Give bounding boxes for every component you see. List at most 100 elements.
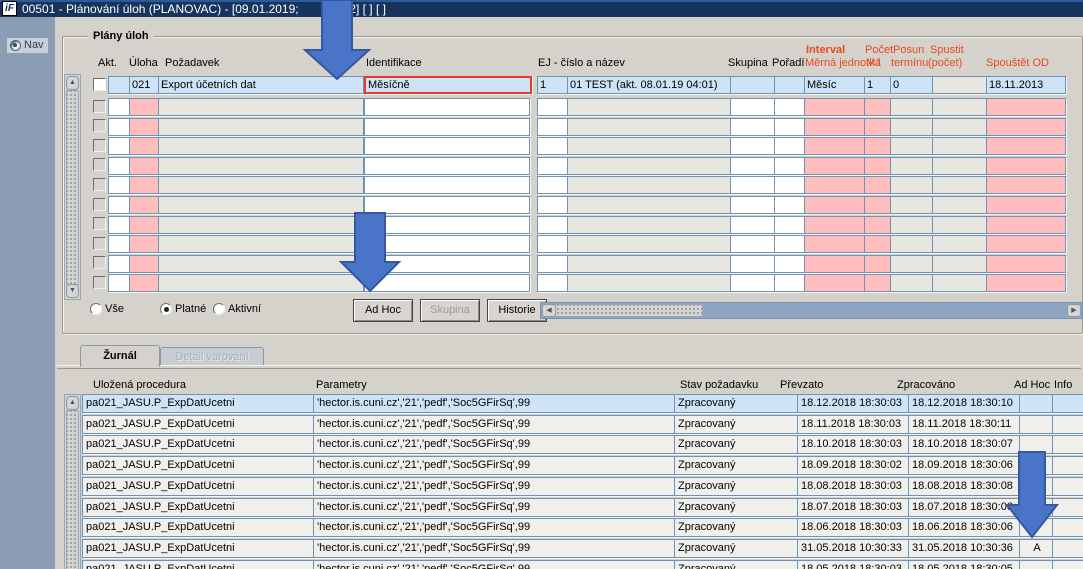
- ej-nazev-field[interactable]: [567, 156, 731, 175]
- ej-nazev-field[interactable]: [567, 117, 731, 136]
- zpracovano-cell[interactable]: 18.12.2018 18:30:10: [908, 394, 1021, 413]
- akt-checkbox[interactable]: [92, 197, 106, 211]
- spoustet-od-field[interactable]: [986, 235, 1066, 254]
- adhoc-cell[interactable]: [1019, 456, 1055, 476]
- akt-checkbox[interactable]: [92, 138, 106, 152]
- parametry-cell[interactable]: 'hector.is.cuni.cz','21','pedf','Soc5GFi…: [313, 476, 676, 496]
- scroll-left-icon[interactable]: ◀: [542, 304, 556, 317]
- info-cell[interactable]: [1052, 456, 1083, 476]
- adhoc-cell[interactable]: [1019, 518, 1055, 538]
- plan-row-empty[interactable]: [88, 156, 1066, 175]
- prevzato-cell[interactable]: 18.11.2018 18:30:03: [797, 414, 910, 434]
- plans-vertical-scrollbar[interactable]: ▲ ▼: [64, 74, 81, 300]
- plan-row-empty[interactable]: [88, 196, 1066, 214]
- merna-jednotka-field[interactable]: Měsíc: [804, 76, 866, 94]
- info-cell[interactable]: [1052, 394, 1083, 413]
- pocet-mj-field[interactable]: [864, 196, 892, 214]
- plan-row-empty[interactable]: [88, 176, 1066, 195]
- plans-horizontal-scrollbar[interactable]: ◀ ▶: [540, 302, 1083, 319]
- posun-terminu-field[interactable]: [890, 98, 934, 116]
- poradi-field[interactable]: [774, 274, 806, 293]
- identifikace-field[interactable]: [364, 274, 530, 293]
- plan-row-empty[interactable]: [88, 254, 1066, 273]
- poradi-field[interactable]: [774, 117, 806, 136]
- pozadavek-field[interactable]: [158, 254, 364, 273]
- zpracovano-cell[interactable]: 18.07.2018 18:30:06: [908, 497, 1021, 517]
- adhoc-cell[interactable]: A: [1019, 538, 1055, 558]
- procedura-cell[interactable]: pa021_JASU.P_ExpDatUcetni: [82, 559, 316, 569]
- filter-radio-1[interactable]: Vše: [90, 303, 124, 315]
- parametry-cell[interactable]: 'hector.is.cuni.cz','21','pedf','Soc5GFi…: [313, 518, 676, 538]
- table-row[interactable]: pa021_JASU.P_ExpDatUcetni 'hector.is.cun…: [82, 497, 1083, 517]
- adhoc-button[interactable]: Ad Hoc: [353, 299, 413, 322]
- filter-radio-3[interactable]: Aktivní: [213, 303, 261, 315]
- identifikace-field[interactable]: [364, 156, 530, 175]
- ej-cislo-field[interactable]: [537, 156, 570, 175]
- spoustet-od-field[interactable]: [986, 254, 1066, 273]
- journal-scroll-up-icon[interactable]: ▲: [66, 396, 79, 410]
- parametry-cell[interactable]: 'hector.is.cuni.cz','21','pedf','Soc5GFi…: [313, 497, 676, 517]
- parametry-cell[interactable]: 'hector.is.cuni.cz','21','pedf','Soc5GFi…: [313, 538, 676, 558]
- poradi-field[interactable]: [774, 156, 806, 175]
- prevzato-cell[interactable]: 18.09.2018 18:30:02: [797, 456, 910, 476]
- ej-nazev-field[interactable]: [567, 176, 731, 195]
- pozadavek-field[interactable]: [158, 274, 364, 293]
- uloha-field[interactable]: [129, 274, 160, 293]
- uloha-field[interactable]: [129, 215, 160, 234]
- posun-terminu-field[interactable]: [890, 117, 934, 136]
- ej-cislo-field[interactable]: [537, 235, 570, 254]
- identifikace-field[interactable]: [364, 235, 530, 254]
- hscrollbar-thumb[interactable]: [555, 304, 703, 317]
- stav-cell[interactable]: Zpracovaný: [674, 394, 799, 413]
- uloha-field[interactable]: [129, 235, 160, 254]
- spoustet-od-field[interactable]: [986, 117, 1066, 136]
- pozadavek-field[interactable]: [158, 176, 364, 195]
- pozadavek-field[interactable]: [158, 235, 364, 254]
- scroll-down-icon[interactable]: ▼: [66, 284, 79, 298]
- akt-checkbox[interactable]: [92, 275, 106, 289]
- info-cell[interactable]: [1052, 476, 1083, 496]
- procedura-cell[interactable]: pa021_JASU.P_ExpDatUcetni: [82, 497, 316, 517]
- identifikace-field[interactable]: [364, 254, 530, 273]
- pocet-mj-field[interactable]: [864, 137, 892, 156]
- adhoc-cell[interactable]: [1019, 394, 1055, 413]
- ej-cislo-field[interactable]: [537, 137, 570, 156]
- uloha-field[interactable]: [129, 196, 160, 214]
- poradi-field[interactable]: [774, 196, 806, 214]
- skupina-field[interactable]: [730, 117, 776, 136]
- uloha-field[interactable]: [129, 137, 160, 156]
- ej-nazev-field[interactable]: [567, 98, 731, 116]
- ej-cislo-field[interactable]: [537, 176, 570, 195]
- akt-checkbox[interactable]: [92, 217, 106, 231]
- spoustet-od-field[interactable]: [986, 176, 1066, 195]
- spustit-pocet-field[interactable]: [932, 117, 988, 136]
- procedura-cell[interactable]: pa021_JASU.P_ExpDatUcetni: [82, 435, 316, 455]
- row-indicator-cell[interactable]: [108, 156, 131, 175]
- historie-button[interactable]: Historie: [487, 299, 547, 322]
- pocet-mj-field[interactable]: 1: [864, 76, 892, 94]
- stav-cell[interactable]: Zpracovaný: [674, 414, 799, 434]
- poradi-field[interactable]: [774, 254, 806, 273]
- stav-cell[interactable]: Zpracovaný: [674, 518, 799, 538]
- plan-row-empty[interactable]: [88, 117, 1066, 136]
- spustit-pocet-field[interactable]: [932, 215, 988, 234]
- table-row[interactable]: pa021_JASU.P_ExpDatUcetni 'hector.is.cun…: [82, 414, 1083, 434]
- zpracovano-cell[interactable]: 18.08.2018 18:30:08: [908, 476, 1021, 496]
- skupina-field[interactable]: [730, 235, 776, 254]
- adhoc-cell[interactable]: [1019, 414, 1055, 434]
- row-indicator-cell[interactable]: [108, 196, 131, 214]
- parametry-cell[interactable]: 'hector.is.cuni.cz','21','pedf','Soc5GFi…: [313, 456, 676, 476]
- spustit-pocet-field[interactable]: [932, 254, 988, 273]
- info-cell[interactable]: [1052, 435, 1083, 455]
- uloha-field[interactable]: [129, 176, 160, 195]
- ej-cislo-field[interactable]: [537, 215, 570, 234]
- poradi-field[interactable]: [774, 215, 806, 234]
- spoustet-od-field[interactable]: [986, 274, 1066, 293]
- zpracovano-cell[interactable]: 18.11.2018 18:30:11: [908, 414, 1021, 434]
- row-indicator-cell[interactable]: [108, 215, 131, 234]
- spustit-pocet-field[interactable]: [932, 196, 988, 214]
- skupina-field[interactable]: [730, 215, 776, 234]
- pocet-mj-field[interactable]: [864, 98, 892, 116]
- posun-terminu-field[interactable]: [890, 235, 934, 254]
- ej-cislo-field[interactable]: [537, 254, 570, 273]
